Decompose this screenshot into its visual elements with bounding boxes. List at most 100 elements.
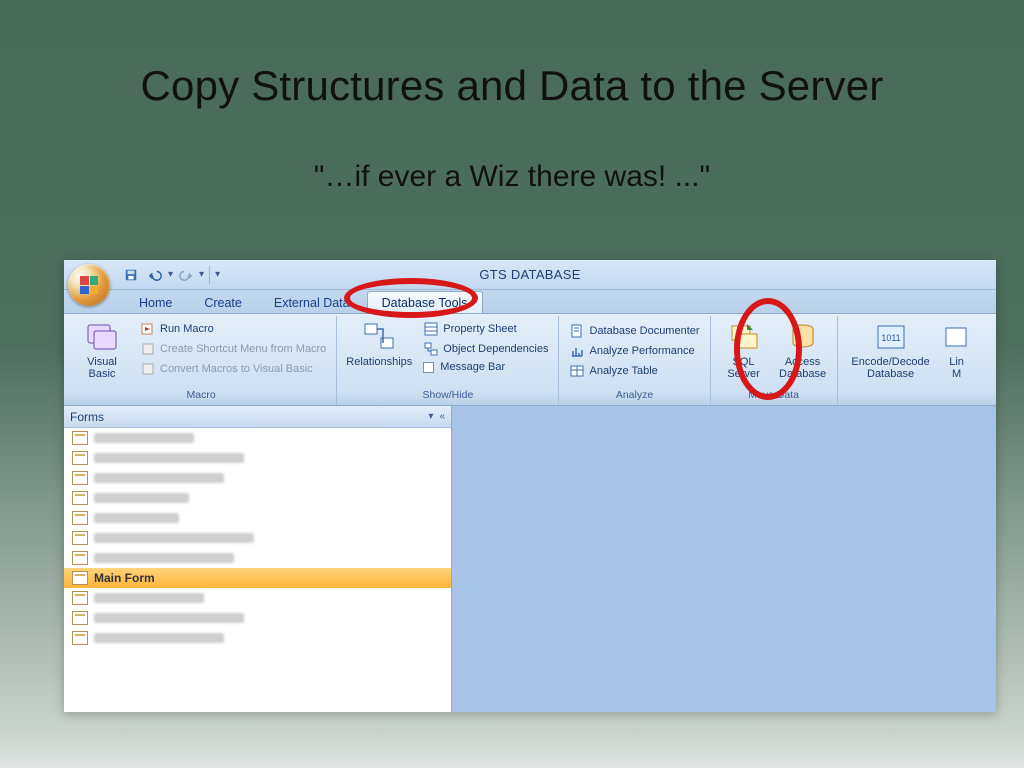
access-database-button[interactable]: Access Database (775, 318, 831, 382)
tab-database-tools[interactable]: Database Tools (367, 291, 483, 313)
save-button[interactable] (120, 264, 142, 286)
form-icon (72, 571, 88, 585)
linked-button[interactable]: Lin M (942, 318, 972, 382)
relationships-button[interactable]: Relationships (343, 318, 415, 370)
analyze-table-label: Analyze Table (589, 365, 657, 377)
ribbon: Visual Basic Run Macro Create Shortcut M… (64, 314, 996, 406)
form-icon (72, 611, 88, 625)
message-bar-checkbox[interactable] (423, 362, 434, 373)
navpane-collapse-icon[interactable]: « (439, 411, 445, 422)
ribbon-group-dbtools2: 1011 Encode/Decode Database Lin M (838, 316, 978, 405)
analyze-performance-button[interactable]: Analyze Performance (565, 342, 703, 360)
blurred-label (94, 533, 254, 543)
navpane-item[interactable]: Main Form (64, 568, 451, 588)
linked-label: Lin M (949, 356, 964, 380)
blurred-label (94, 593, 204, 603)
analyze-table-button[interactable]: Analyze Table (565, 362, 703, 380)
shortcut-menu-icon (140, 341, 156, 357)
blurred-label (94, 433, 194, 443)
run-macro-label: Run Macro (160, 323, 214, 335)
ribbon-group-macro: Visual Basic Run Macro Create Shortcut M… (66, 316, 337, 405)
sql-server-label: SQL Server (727, 356, 759, 380)
encode-decode-button[interactable]: 1011 Encode/Decode Database (844, 318, 938, 382)
blurred-label (94, 633, 224, 643)
analyze-perf-icon (569, 343, 585, 359)
ribbon-group-analyze: Database Documenter Analyze Performance … (559, 316, 710, 405)
qat-customize-icon[interactable]: ▾ (215, 269, 220, 280)
save-icon (124, 268, 138, 282)
blurred-label (94, 513, 179, 523)
navpane-item[interactable] (64, 508, 451, 528)
document-canvas (452, 406, 996, 712)
navpane-header[interactable]: Forms ▾ « (64, 406, 451, 428)
ribbon-tabstrip: Home Create External Data Database Tools (64, 290, 996, 314)
group-label-dbtools2 (844, 389, 972, 405)
navpane-item[interactable] (64, 588, 451, 608)
redo-dropdown-icon[interactable]: ▾ (199, 269, 204, 280)
create-shortcut-menu-button[interactable]: Create Shortcut Menu from Macro (136, 340, 330, 358)
form-icon (72, 551, 88, 565)
navpane-list[interactable]: Main Form (64, 428, 451, 712)
group-label-analyze: Analyze (565, 389, 703, 405)
analyze-table-icon (569, 363, 585, 379)
office-button[interactable] (68, 264, 110, 306)
form-icon (72, 531, 88, 545)
create-shortcut-label: Create Shortcut Menu from Macro (160, 343, 326, 355)
sql-server-button[interactable]: SQL Server (717, 318, 771, 382)
property-sheet-button[interactable]: Property Sheet (419, 320, 552, 338)
blurred-label (94, 453, 244, 463)
relationships-icon (362, 320, 396, 354)
convert-macros-label: Convert Macros to Visual Basic (160, 363, 313, 375)
workspace: Forms ▾ « Main Form (64, 406, 996, 712)
tab-home[interactable]: Home (124, 291, 187, 313)
undo-dropdown-icon[interactable]: ▾ (168, 269, 173, 280)
object-dependencies-button[interactable]: Object Dependencies (419, 340, 552, 358)
database-documenter-button[interactable]: Database Documenter (565, 322, 703, 340)
blurred-label (94, 493, 189, 503)
slide-title: Copy Structures and Data to the Server (0, 0, 1024, 110)
navpane-item[interactable] (64, 548, 451, 568)
navpane-item[interactable] (64, 448, 451, 468)
qat-separator (209, 266, 210, 284)
form-icon (72, 471, 88, 485)
form-icon (72, 451, 88, 465)
run-macro-icon (140, 321, 156, 337)
group-label-movedata: Move Data (717, 389, 831, 405)
navpane-header-label: Forms (70, 410, 104, 424)
undo-button[interactable] (144, 264, 166, 286)
run-macro-button[interactable]: Run Macro (136, 320, 330, 338)
navpane-item[interactable] (64, 528, 451, 548)
property-sheet-icon (423, 321, 439, 337)
property-sheet-label: Property Sheet (443, 323, 516, 335)
navpane-dropdown-icon[interactable]: ▾ (428, 411, 433, 422)
encode-decode-label: Encode/Decode Database (851, 356, 929, 380)
form-icon (72, 631, 88, 645)
redo-button[interactable] (175, 264, 197, 286)
blurred-label (94, 553, 234, 563)
navpane-item[interactable] (64, 628, 451, 648)
form-icon (72, 431, 88, 445)
message-bar-label: Message Bar (440, 361, 505, 373)
navpane-item-label: Main Form (94, 571, 155, 585)
object-deps-label: Object Dependencies (443, 343, 548, 355)
navigation-pane: Forms ▾ « Main Form (64, 406, 452, 712)
navpane-item[interactable] (64, 428, 451, 448)
tab-create[interactable]: Create (189, 291, 257, 313)
convert-macros-button[interactable]: Convert Macros to Visual Basic (136, 360, 330, 378)
visual-basic-button[interactable]: Visual Basic (72, 318, 132, 382)
form-icon (72, 591, 88, 605)
quick-access-toolbar: ▾ ▾ ▾ (120, 260, 220, 289)
object-deps-icon (423, 341, 439, 357)
tab-external-data[interactable]: External Data (259, 291, 365, 313)
sql-server-icon (727, 320, 761, 354)
svg-text:1011: 1011 (881, 333, 900, 343)
slide-subtitle: "…if ever a Wiz there was! ..." (0, 160, 1024, 194)
navpane-item[interactable] (64, 468, 451, 488)
documenter-label: Database Documenter (589, 325, 699, 337)
blurred-label (94, 473, 224, 483)
message-bar-button[interactable]: Message Bar (419, 360, 552, 374)
analyze-perf-label: Analyze Performance (589, 345, 694, 357)
linked-icon (940, 320, 974, 354)
navpane-item[interactable] (64, 608, 451, 628)
navpane-item[interactable] (64, 488, 451, 508)
